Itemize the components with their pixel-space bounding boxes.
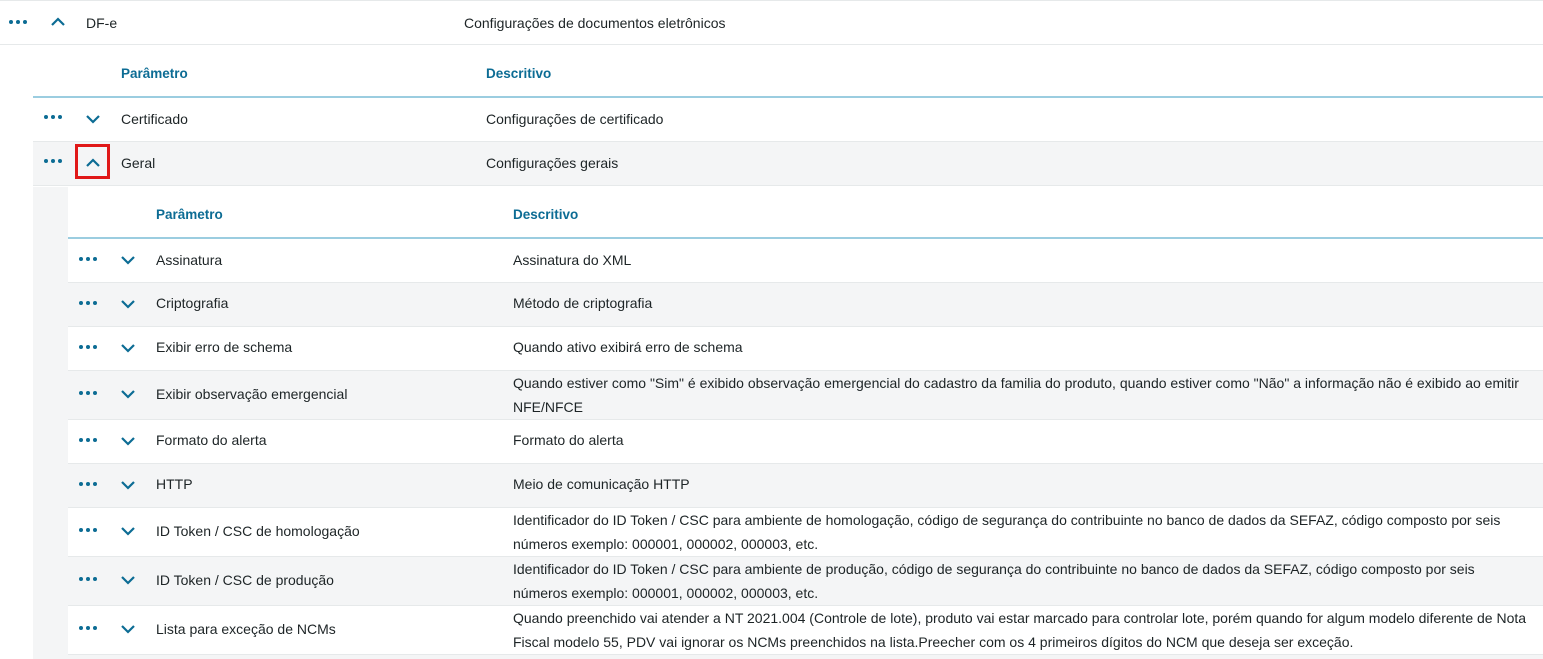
chevron-down-icon[interactable] xyxy=(120,386,136,402)
table-row: ID Token / CSC de homologação Identifica… xyxy=(68,508,1543,557)
desc-cell: Formato do alerta xyxy=(513,432,624,448)
table-row: Formato do alerta Formato do alerta xyxy=(68,420,1543,464)
chevron-down-icon[interactable] xyxy=(120,477,136,493)
more-options-icon[interactable] xyxy=(79,624,97,632)
param-cell: DF-e xyxy=(86,15,118,31)
param-cell: Exibir observação emergencial xyxy=(156,386,348,402)
chevron-down-icon[interactable] xyxy=(120,252,136,268)
table-row: Geral Configurações gerais xyxy=(33,142,1543,186)
more-options-icon[interactable] xyxy=(79,575,97,583)
param-cell: Exibir erro de schema xyxy=(156,339,293,355)
chevron-down-icon[interactable] xyxy=(120,621,136,637)
table-row: ID Token / CSC de produção Identificador… xyxy=(68,557,1543,606)
column-header-desc[interactable]: Descritivo xyxy=(513,203,578,227)
param-cell: ID Token / CSC de homologação xyxy=(156,523,360,539)
more-options-icon[interactable] xyxy=(9,18,27,26)
table-row: Lista para exceção de NCMs Quando preenc… xyxy=(68,606,1543,655)
chevron-down-icon[interactable] xyxy=(120,296,136,312)
table-row: DF-e Configurações de documentos eletrôn… xyxy=(0,0,1543,45)
chevron-down-icon[interactable] xyxy=(85,111,101,127)
desc-cell: Quando estiver como "Sim" é exibido obse… xyxy=(513,375,1519,415)
desc-cell: Identificador do ID Token / CSC para amb… xyxy=(513,512,1501,552)
table-row: Exibir erro de schema Quando ativo exibi… xyxy=(68,327,1543,371)
highlight-box xyxy=(75,144,110,179)
more-options-icon[interactable] xyxy=(44,157,62,165)
more-options-icon[interactable] xyxy=(79,480,97,488)
param-cell: Lista para exceção de NCMs xyxy=(156,621,336,637)
more-options-icon[interactable] xyxy=(44,113,62,121)
chevron-down-icon[interactable] xyxy=(120,433,136,449)
more-options-icon[interactable] xyxy=(79,526,97,534)
desc-cell: Configurações de documentos eletrônicos xyxy=(464,15,726,31)
desc-cell: Quando preenchido vai atender a NT 2021.… xyxy=(513,610,1527,650)
table-row: Criptografia Método de criptografia xyxy=(68,283,1543,327)
param-cell: ID Token / CSC de produção xyxy=(156,572,334,588)
desc-cell: Configurações de certificado xyxy=(486,111,664,127)
param-cell: Certificado xyxy=(121,111,188,127)
desc-cell: Quando ativo exibirá erro de schema xyxy=(513,339,743,355)
more-options-icon[interactable] xyxy=(79,299,97,307)
chevron-down-icon[interactable] xyxy=(120,572,136,588)
more-options-icon[interactable] xyxy=(79,255,97,263)
param-cell: Formato do alerta xyxy=(156,432,267,448)
table-header: Parâmetro Descritivo xyxy=(33,46,1543,98)
param-cell: Assinatura xyxy=(156,252,223,268)
chevron-up-icon[interactable] xyxy=(50,14,66,30)
table-row: HTTP Meio de comunicação HTTP xyxy=(68,464,1543,508)
column-header-desc[interactable]: Descritivo xyxy=(486,62,551,86)
column-header-param[interactable]: Parâmetro xyxy=(121,62,188,86)
param-cell: Criptografia xyxy=(156,295,229,311)
desc-cell: Assinatura do XML xyxy=(513,252,632,268)
table-header: Parâmetro Descritivo xyxy=(68,187,1543,239)
chevron-down-icon[interactable] xyxy=(120,523,136,539)
more-options-icon[interactable] xyxy=(79,343,97,351)
table-row: Certificado Configurações de certificado xyxy=(33,98,1543,142)
more-options-icon[interactable] xyxy=(79,389,97,397)
param-cell: HTTP xyxy=(156,476,193,492)
desc-cell: Método de criptografia xyxy=(513,295,653,311)
param-cell: Geral xyxy=(121,155,156,171)
table-row: Exibir observação emergencial Quando est… xyxy=(68,371,1543,420)
desc-cell: Meio de comunicação HTTP xyxy=(513,476,690,492)
chevron-down-icon[interactable] xyxy=(120,340,136,356)
desc-cell: Identificador do ID Token / CSC para amb… xyxy=(513,561,1475,601)
column-header-param[interactable]: Parâmetro xyxy=(156,203,223,227)
more-options-icon[interactable] xyxy=(79,436,97,444)
desc-cell: Configurações gerais xyxy=(486,155,619,171)
table-row: Assinatura Assinatura do XML xyxy=(68,239,1543,283)
